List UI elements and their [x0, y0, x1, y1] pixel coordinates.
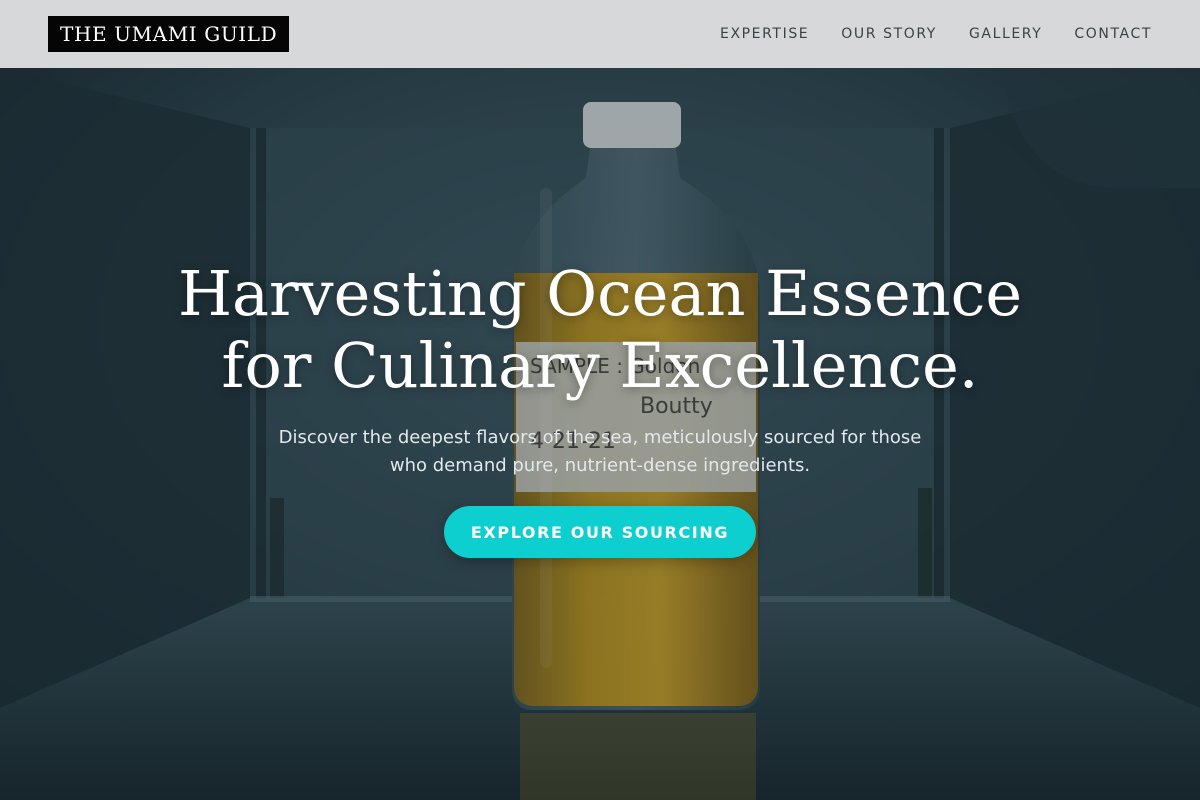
nav-link-expertise[interactable]: EXPERTISE	[720, 26, 809, 42]
explore-sourcing-button[interactable]: EXPLORE OUR SOURCING	[444, 506, 756, 558]
hero-section: SAMPLE : Golden Boutty 4-21-21 Harvestin…	[0, 68, 1200, 800]
nav-link-gallery[interactable]: GALLERY	[969, 26, 1042, 42]
hero-subtitle-line-2: who demand pure, nutrient-dense ingredie…	[389, 455, 811, 476]
nav-link-our-story[interactable]: OUR STORY	[841, 26, 937, 42]
hero-title-line-2: for Culinary Excellence.	[221, 329, 979, 402]
hero-subtitle: Discover the deepest flavors of the sea,…	[260, 424, 940, 480]
hero-title: Harvesting Ocean Essence for Culinary Ex…	[100, 258, 1100, 402]
hero-title-line-1: Harvesting Ocean Essence	[177, 257, 1023, 330]
hero-subtitle-line-1: Discover the deepest flavors of the sea,…	[278, 427, 922, 448]
site-header: THE UMAMI GUILD EXPERTISE OUR STORY GALL…	[0, 0, 1200, 68]
nav-link-contact[interactable]: CONTACT	[1074, 26, 1152, 42]
hero-content: Harvesting Ocean Essence for Culinary Ex…	[0, 68, 1200, 800]
page: THE UMAMI GUILD EXPERTISE OUR STORY GALL…	[0, 0, 1200, 800]
site-logo[interactable]: THE UMAMI GUILD	[48, 16, 290, 52]
main-nav: EXPERTISE OUR STORY GALLERY CONTACT	[720, 0, 1152, 68]
